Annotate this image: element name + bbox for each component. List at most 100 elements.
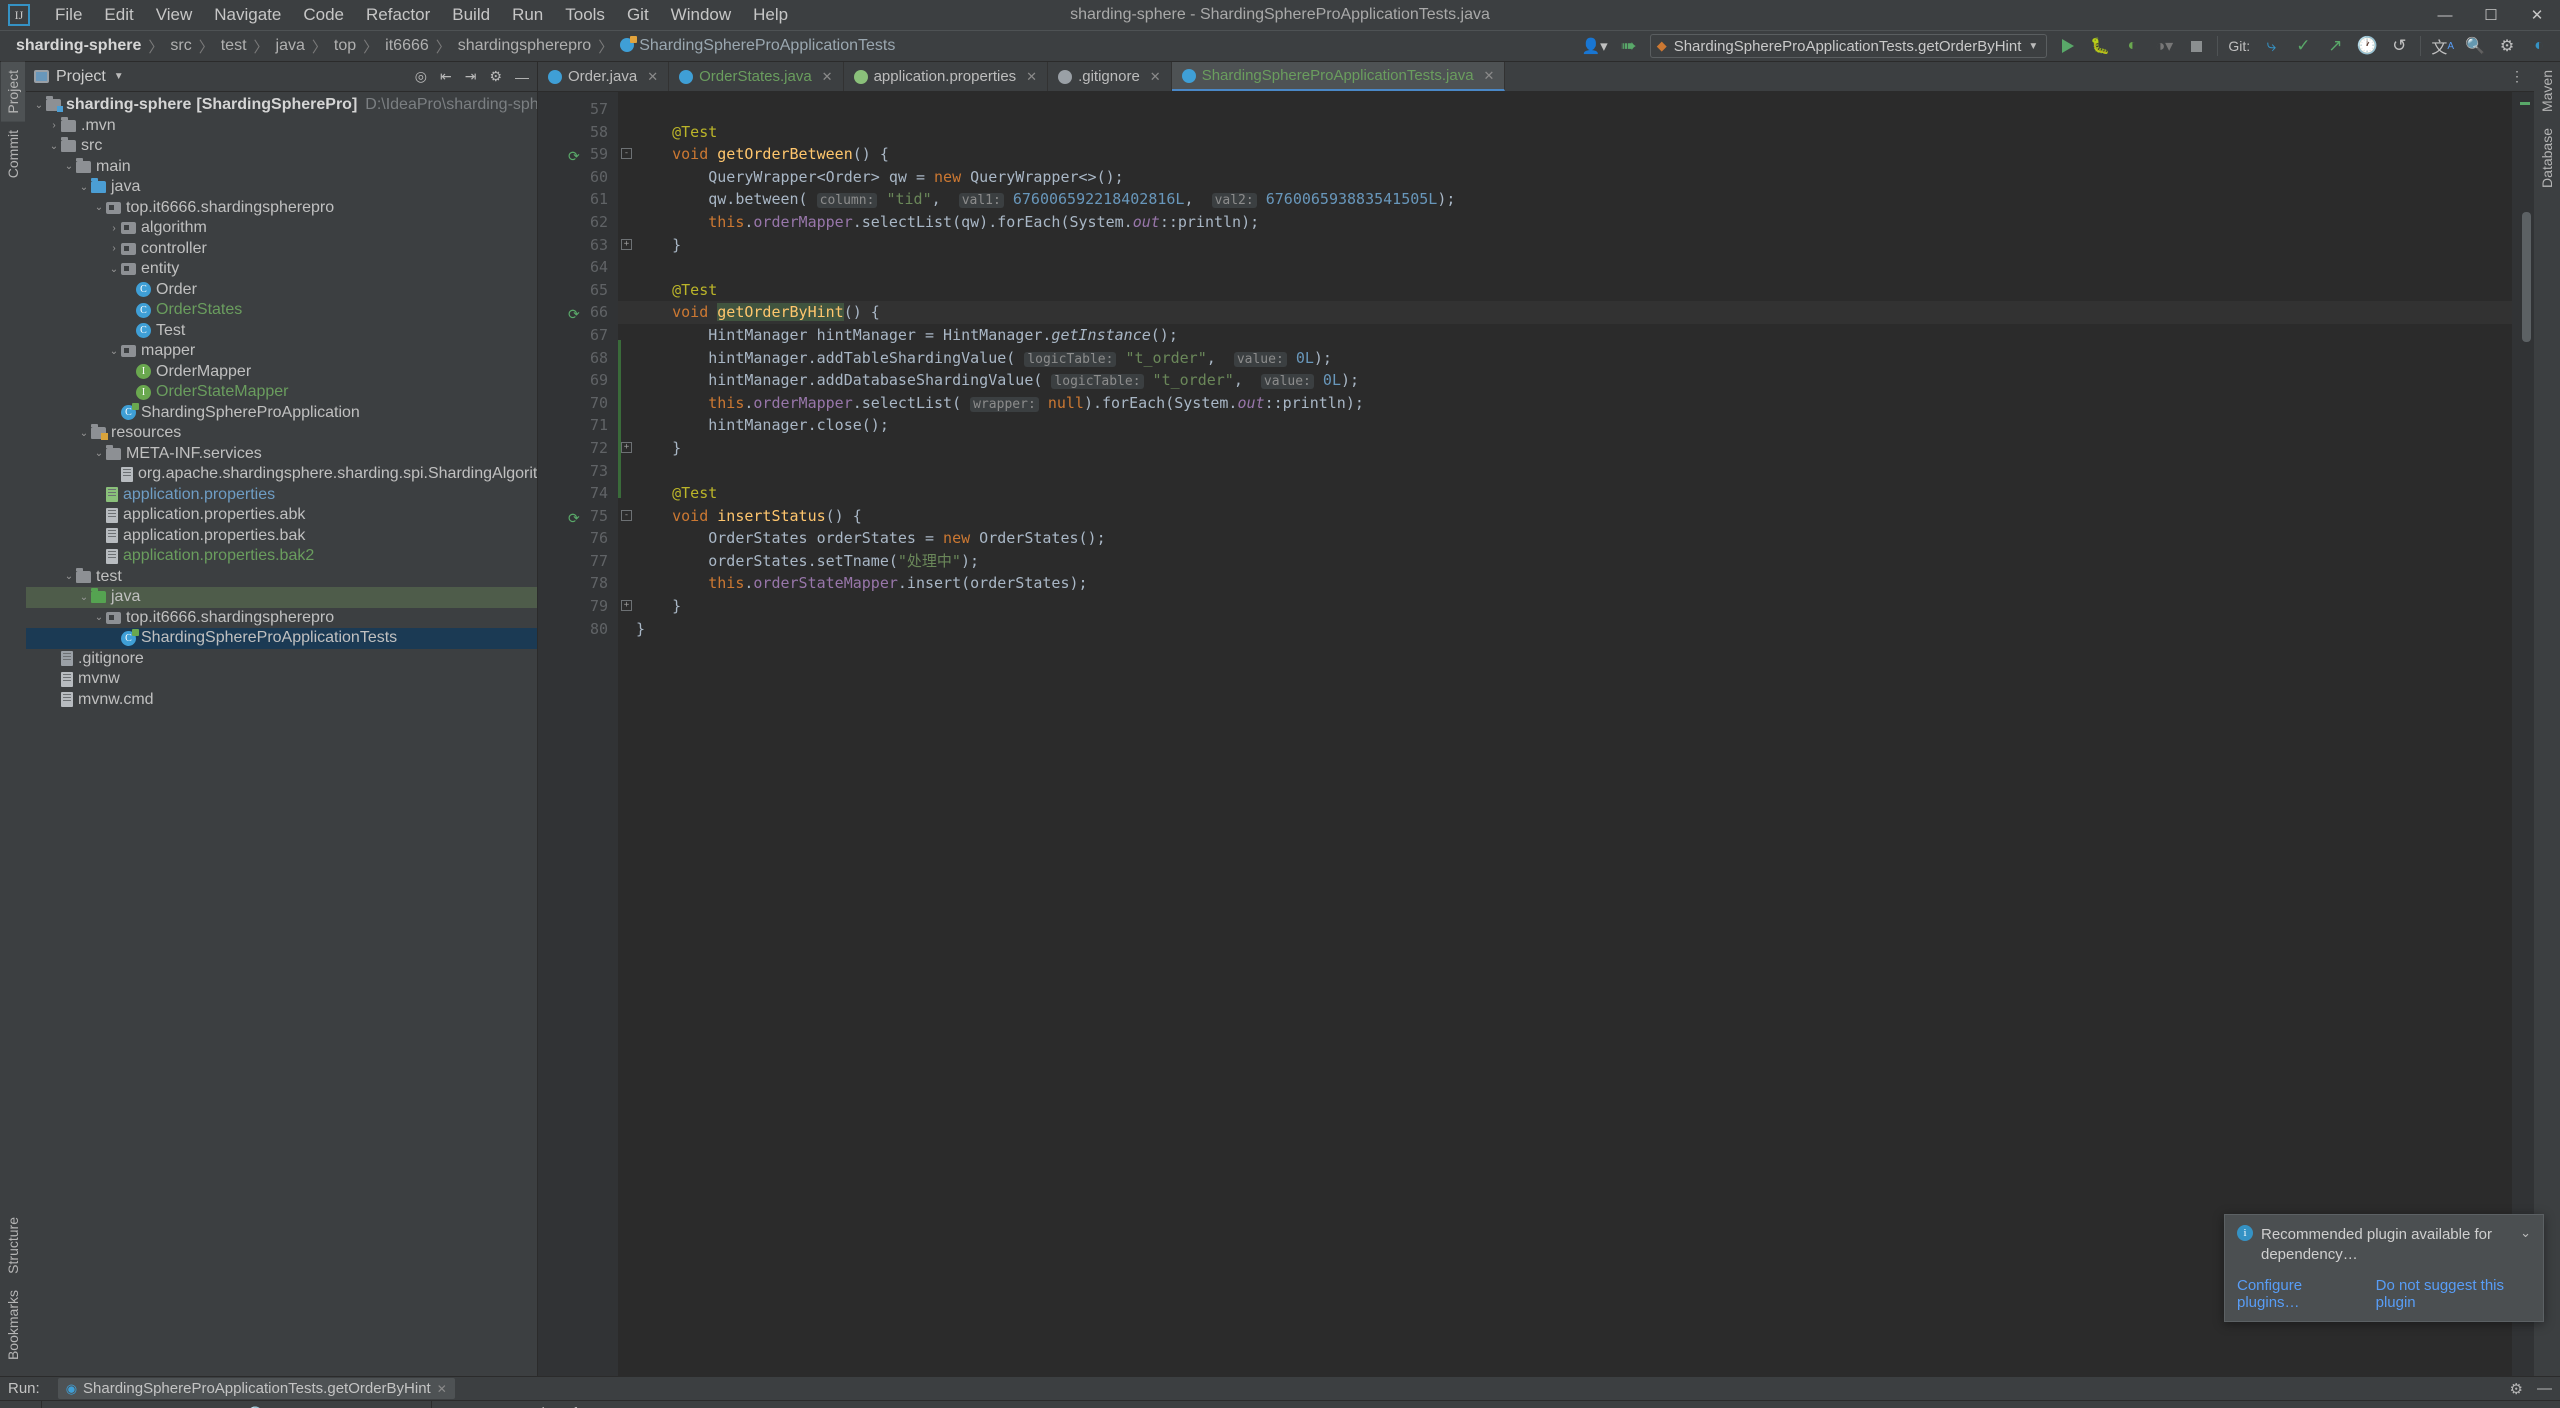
gutter-line-57[interactable]: 57 <box>538 98 618 121</box>
close-tab-icon[interactable]: ✕ <box>647 69 658 85</box>
scrollbar-thumb[interactable] <box>2522 212 2531 342</box>
gutter-line-69[interactable]: 69 <box>538 369 618 392</box>
menu-item-navigate[interactable]: Navigate <box>203 1 292 29</box>
code-line-78[interactable]: this.orderStateMapper.insert(orderStates… <box>618 572 2512 595</box>
tree-node-src[interactable]: ⌄ src <box>26 136 537 157</box>
sidebar-item-database[interactable]: Database <box>2535 120 2559 196</box>
editor-gutter[interactable]: 575859⟳-60616263+646566⟳-676869707172+73… <box>538 92 632 1376</box>
chevron-icon[interactable]: ⌄ <box>77 182 91 193</box>
history-icon[interactable]: 🕐 <box>2356 34 2378 58</box>
run-icon[interactable] <box>2057 34 2079 58</box>
git-commit-icon[interactable]: ✓ <box>2292 34 2314 58</box>
code-line-72[interactable]: } <box>618 437 2512 460</box>
tree-node-ordermapper[interactable]: I OrderMapper <box>26 362 537 383</box>
back-arrow-icon[interactable]: ➠ <box>1618 34 1640 58</box>
editor-tab-application-properties[interactable]: application.properties ✕ <box>844 62 1049 91</box>
tree-node-java[interactable]: ⌄ java <box>26 177 537 198</box>
code-editor[interactable]: 575859⟳-60616263+646566⟳-676869707172+73… <box>538 92 2534 1376</box>
editor-code[interactable]: @Test void getOrderBetween() { QueryWrap… <box>618 92 2512 1376</box>
editor-tab--gitignore[interactable]: .gitignore ✕ <box>1048 62 1172 91</box>
tree-node-application-properties-bak[interactable]: application.properties.bak <box>26 526 537 547</box>
gutter-line-60[interactable]: 60 <box>538 166 618 189</box>
code-line-66[interactable]: void getOrderByHint() { <box>618 301 2512 324</box>
breadcrumb-item-shardingspherepro[interactable]: shardingspherepro <box>452 35 597 57</box>
code-line-63[interactable]: } <box>618 234 2512 257</box>
gutter-line-70[interactable]: 70 <box>538 392 618 415</box>
gutter-line-79[interactable]: 79 + <box>538 595 632 618</box>
code-line-77[interactable]: orderStates.setTname("处理中"); <box>618 550 2512 573</box>
tree-node-order[interactable]: C Order <box>26 280 537 301</box>
menu-item-edit[interactable]: Edit <box>93 1 144 29</box>
menu-item-run[interactable]: Run <box>501 1 554 29</box>
editor-tab-orderstates-java[interactable]: OrderStates.java ✕ <box>669 62 844 91</box>
code-line-57[interactable] <box>618 98 2512 121</box>
gear-icon[interactable]: ⚙ <box>2510 1380 2523 1398</box>
gutter-line-68[interactable]: 68 <box>538 347 618 370</box>
chevron-icon[interactable]: ⌄ <box>47 141 61 152</box>
run-tab[interactable]: ◉ ShardingSphereProApplicationTests.getO… <box>57 1378 455 1399</box>
tree-node-entity[interactable]: ⌄ entity <box>26 259 537 280</box>
gutter-line-62[interactable]: 62 <box>538 211 618 234</box>
code-line-79[interactable]: } <box>618 595 2512 618</box>
tree-node-mapper[interactable]: ⌄ mapper <box>26 341 537 362</box>
chevron-icon[interactable]: › <box>107 243 121 254</box>
chevron-icon[interactable]: › <box>47 120 61 131</box>
editor-tab-order-java[interactable]: Order.java ✕ <box>538 62 670 91</box>
close-button[interactable]: ✕ <box>2514 0 2560 30</box>
gutter-line-73[interactable]: 73 <box>538 460 618 483</box>
sidebar-item-maven[interactable]: Maven <box>2535 62 2559 120</box>
gutter-line-63[interactable]: 63 + <box>538 234 632 257</box>
tree-node-application-properties[interactable]: application.properties <box>26 485 537 506</box>
git-update-icon[interactable]: ⤷ <box>2260 34 2282 58</box>
tree-node-test[interactable]: C Test <box>26 321 537 342</box>
gutter-line-72[interactable]: 72 + <box>538 437 632 460</box>
breadcrumb-item-sharding-sphere[interactable]: sharding-sphere <box>10 35 147 57</box>
configure-plugins-link[interactable]: Configure plugins… <box>2237 1277 2356 1311</box>
tree-node-main[interactable]: ⌄ main <box>26 157 537 178</box>
run-with-coverage-icon[interactable]: ◐ <box>2121 34 2143 58</box>
close-tab-icon[interactable]: ✕ <box>1484 68 1495 84</box>
code-line-59[interactable]: void getOrderBetween() { <box>618 143 2512 166</box>
hide-icon[interactable]: — <box>515 69 529 85</box>
editor-tab-actions[interactable]: ⋮ <box>2500 62 2534 91</box>
expand-all-icon[interactable]: ⇤ <box>440 68 452 85</box>
gutter-line-77[interactable]: 77 <box>538 550 618 573</box>
locate-icon[interactable]: ◎ <box>415 68 427 85</box>
gutter-line-74[interactable]: 74 <box>538 482 618 505</box>
tree-node-algorithm[interactable]: › algorithm <box>26 218 537 239</box>
code-line-70[interactable]: this.orderMapper.selectList( wrapper: nu… <box>618 392 2512 415</box>
code-line-58[interactable]: @Test <box>618 121 2512 144</box>
tree-node-org-apache-shardingsphere-sharding-spi-shardingalgorithm[interactable]: org.apache.shardingsphere.sharding.spi.S… <box>26 464 537 485</box>
editor-scrollbar[interactable] <box>2512 92 2534 1376</box>
tree-node-application-properties-abk[interactable]: application.properties.abk <box>26 505 537 526</box>
run-configuration-selector[interactable]: ◆ ShardingSphereProApplicationTests.getO… <box>1649 34 2048 58</box>
code-line-62[interactable]: this.orderMapper.selectList(qw).forEach(… <box>618 211 2512 234</box>
breadcrumb-item-it6666[interactable]: it6666 <box>379 35 435 57</box>
tree-node-resources[interactable]: ⌄ resources <box>26 423 537 444</box>
collapse-all-icon[interactable]: ⇥ <box>465 68 477 85</box>
breadcrumb-item-shardingsphereproapplicationtests[interactable]: ShardingSphereProApplicationTests <box>614 35 901 57</box>
tree-node-meta-inf-services[interactable]: ⌄ META-INF.services <box>26 444 537 465</box>
menu-item-window[interactable]: Window <box>660 1 742 29</box>
close-tab-icon[interactable]: ✕ <box>1150 69 1161 85</box>
tree-node-shardingsphereproapplicationtests[interactable]: C ShardingSphereProApplicationTests <box>26 628 537 649</box>
menu-item-view[interactable]: View <box>145 1 204 29</box>
sidebar-item-structure[interactable]: Structure <box>1 1209 25 1282</box>
maximize-button[interactable]: ☐ <box>2468 0 2514 30</box>
gutter-line-75[interactable]: 75 ⟳ - <box>538 505 632 528</box>
sidebar-item-bookmarks[interactable]: Bookmarks <box>1 1282 25 1368</box>
chevron-down-icon[interactable]: ▼ <box>114 71 124 82</box>
gutter-line-76[interactable]: 76 <box>538 527 618 550</box>
project-tree[interactable]: ⌄ sharding-sphere [ShardingSpherePro] D:\Id… <box>26 92 537 1376</box>
tree-node--gitignore[interactable]: .gitignore <box>26 649 537 670</box>
theme-icon[interactable]: ◐ <box>2528 34 2550 58</box>
code-line-76[interactable]: OrderStates orderStates = new OrderState… <box>618 527 2512 550</box>
rollback-icon[interactable]: ↺ <box>2388 34 2410 58</box>
notification-popup[interactable]: i Recommended plugin available for depen… <box>2224 1213 2544 1322</box>
gutter-line-65[interactable]: 65 <box>538 279 618 302</box>
settings-icon[interactable]: ⚙ <box>2496 34 2518 58</box>
gutter-line-80[interactable]: 80 <box>538 618 618 641</box>
tree-node-top-it6666-shardingspherepro[interactable]: ⌄ top.it6666.shardingspherepro <box>26 198 537 219</box>
breadcrumb-item-top[interactable]: top <box>328 35 362 57</box>
gear-icon[interactable]: ⚙ <box>489 68 502 85</box>
